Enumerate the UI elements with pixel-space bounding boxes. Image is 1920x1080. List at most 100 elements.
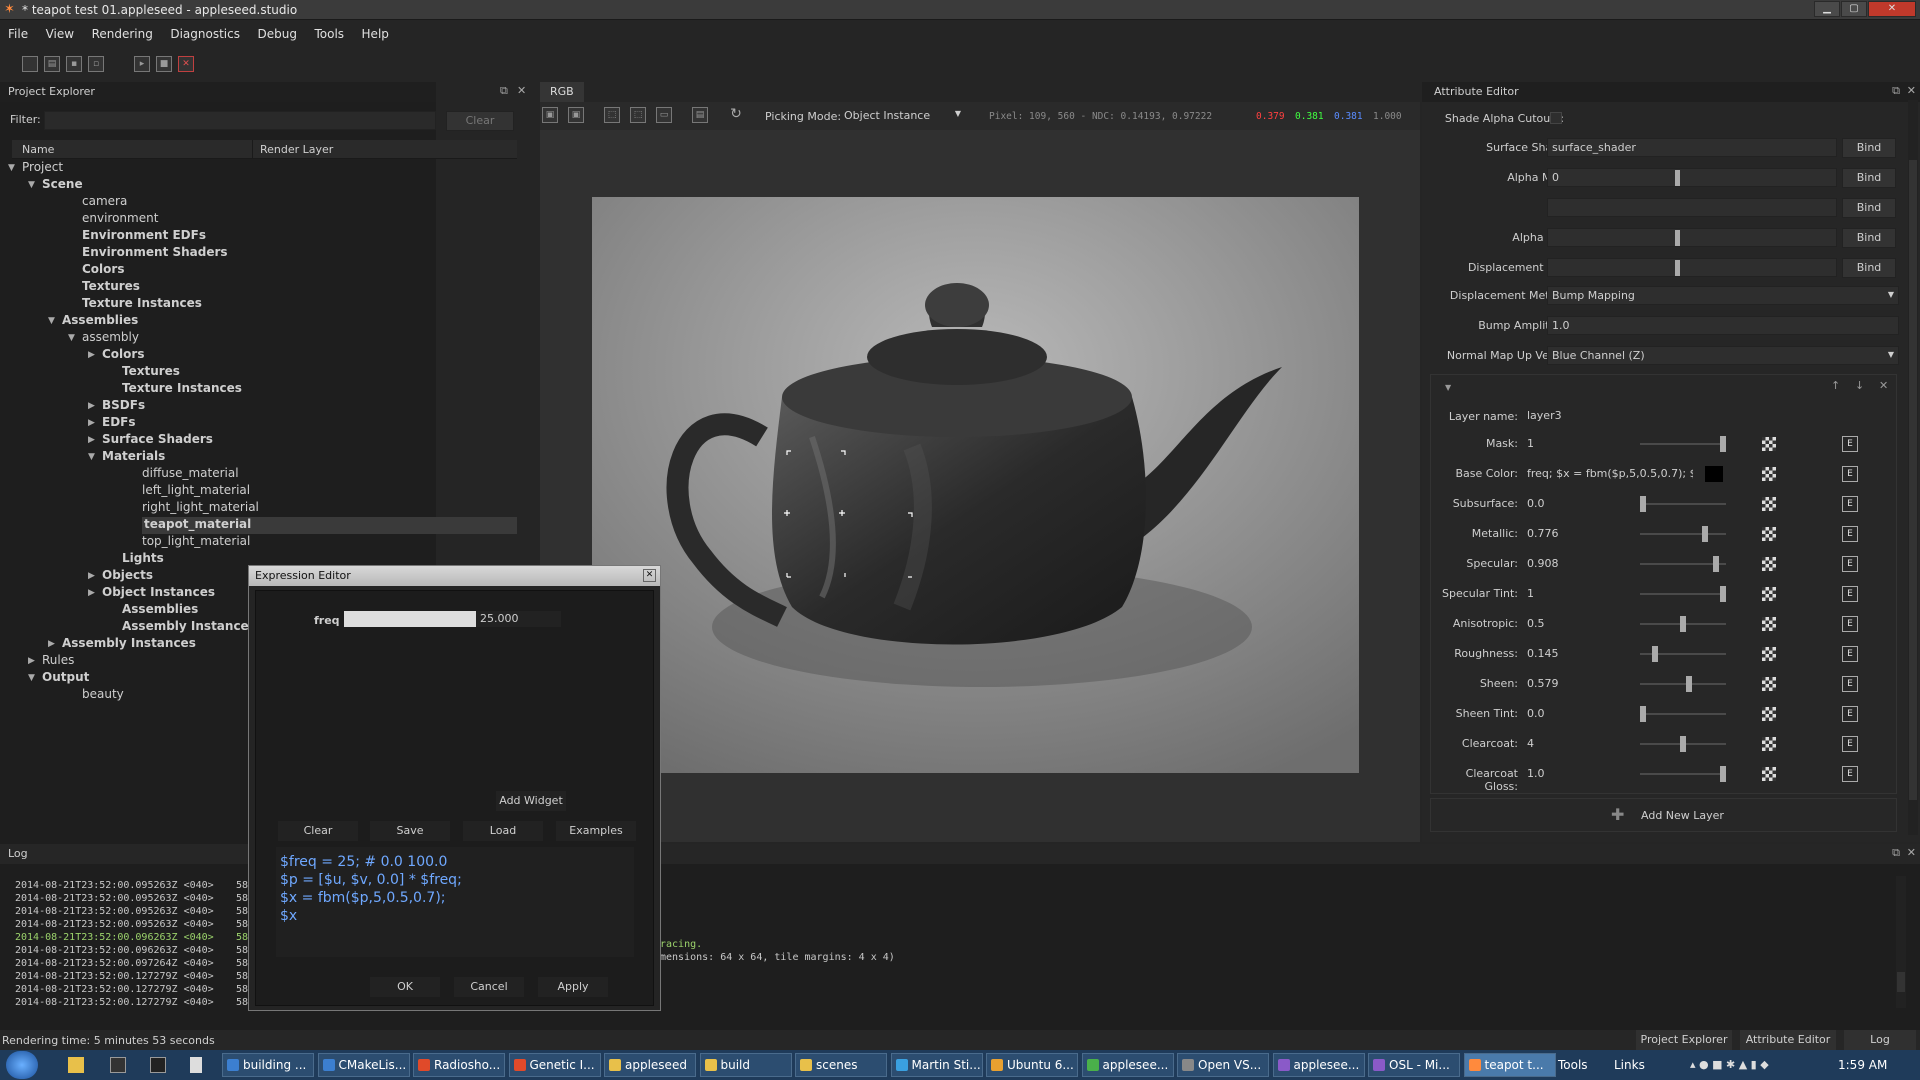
tree-item[interactable]: camera <box>82 194 127 211</box>
slider-handle[interactable] <box>1680 736 1686 752</box>
bump-amplitude-input[interactable]: 1.0 <box>1547 316 1899 335</box>
frame-icon[interactable]: ▭ <box>656 107 672 123</box>
expression-editor-icon[interactable]: E <box>1842 706 1858 722</box>
layer-param-input[interactable]: 1.0 <box>1522 764 1632 783</box>
displacement-method-select[interactable]: Bump Mapping ▼ <box>1547 286 1899 305</box>
reset-zoom-icon[interactable]: ↻ <box>728 107 744 123</box>
tree-item[interactable]: diffuse_material <box>142 466 239 483</box>
layer-param-input[interactable]: 4 <box>1522 734 1632 753</box>
expression-editor-icon[interactable]: E <box>1842 496 1858 512</box>
scrollbar-thumb[interactable] <box>1909 160 1917 800</box>
tree-item[interactable]: Scene <box>42 177 83 194</box>
cmd-icon[interactable] <box>150 1057 166 1073</box>
close-icon[interactable]: ✕ <box>643 569 656 582</box>
texture-map-icon[interactable] <box>1762 587 1776 601</box>
menu-help[interactable]: Help <box>354 24 395 41</box>
cancel-button[interactable]: Cancel <box>454 977 524 997</box>
expand-arrow-open-icon[interactable]: ▼ <box>8 163 18 173</box>
attribute-input[interactable]: surface_shader <box>1547 138 1837 157</box>
save-project-icon[interactable]: ▪ <box>66 56 82 72</box>
explorer-icon[interactable] <box>68 1057 84 1073</box>
tree-item[interactable]: right_light_material <box>142 500 259 517</box>
maximize-button[interactable]: ▢ <box>1841 1 1867 17</box>
tab-log[interactable]: Log <box>1844 1030 1916 1050</box>
bind-button[interactable]: Bind <box>1842 258 1896 278</box>
code-editor[interactable]: $freq = 25; # 0.0 100.0 $p = [$u, $v, 0.… <box>276 847 634 957</box>
close-panel-icon[interactable]: ✕ <box>517 84 526 97</box>
bind-button[interactable]: Bind <box>1842 168 1896 188</box>
expand-arrow-closed-icon[interactable]: ▶ <box>88 350 98 360</box>
tree-item[interactable]: Object Instances <box>102 585 215 602</box>
start-render-icon[interactable]: ▸ <box>134 56 150 72</box>
tab-attribute-editor[interactable]: Attribute Editor <box>1740 1030 1836 1050</box>
save-image-icon[interactable]: ▣ <box>542 107 558 123</box>
attribute-scrollbar[interactable] <box>1908 100 1918 835</box>
tree-item[interactable]: EDFs <box>102 415 136 432</box>
open-project-icon[interactable]: ▤ <box>44 56 60 72</box>
taskbar-item[interactable]: Ubuntu 6... <box>986 1053 1078 1077</box>
taskbar-item[interactable]: building ... <box>222 1053 314 1077</box>
taskbar-item[interactable]: Open VS... <box>1177 1053 1269 1077</box>
menu-debug[interactable]: Debug <box>250 24 303 41</box>
param-freq-value[interactable]: 25.000 <box>476 611 561 627</box>
texture-map-icon[interactable] <box>1762 527 1776 541</box>
clock[interactable]: 1:59 AM <box>1838 1058 1887 1072</box>
tree-item[interactable]: left_light_material <box>142 483 250 500</box>
terminal-icon[interactable] <box>110 1057 126 1073</box>
slider-handle[interactable] <box>1640 496 1646 512</box>
taskbar-item[interactable]: Genetic I... <box>508 1053 601 1077</box>
tree-item[interactable]: Colors <box>82 262 124 279</box>
tray-icons[interactable]: ▴ ● ■ ✱ ▲ ▮ ◆ <box>1690 1058 1769 1071</box>
attribute-slider-handle[interactable] <box>1675 230 1680 246</box>
texture-map-icon[interactable] <box>1762 677 1776 691</box>
layer-param-input[interactable]: 1 <box>1522 434 1632 453</box>
add-widget-button[interactable]: Add Widget <box>496 791 566 811</box>
tree-item[interactable]: top_light_material <box>142 534 250 551</box>
taskbar-item[interactable]: Radiosho... <box>413 1053 505 1077</box>
param-freq-slider[interactable] <box>344 611 494 627</box>
texture-map-icon[interactable] <box>1762 707 1776 721</box>
shade-alpha-checkbox[interactable] <box>1550 112 1562 124</box>
slider-handle[interactable] <box>1720 766 1726 782</box>
taskbar-item[interactable]: teapot t... <box>1463 1053 1556 1077</box>
tab-project-explorer[interactable]: Project Explorer <box>1636 1030 1732 1050</box>
bind-button[interactable]: Bind <box>1842 138 1896 158</box>
expression-editor-icon[interactable]: E <box>1842 766 1858 782</box>
expand-arrow-closed-icon[interactable]: ▶ <box>48 639 58 649</box>
save-as-icon[interactable]: ▫ <box>88 56 104 72</box>
tree-item[interactable]: Surface Shaders <box>102 432 213 449</box>
tree-item[interactable]: Lights <box>122 551 164 568</box>
expression-editor-icon[interactable]: E <box>1842 466 1858 482</box>
tree-item[interactable]: Project <box>22 160 63 177</box>
expand-arrow-open-icon[interactable]: ▼ <box>88 452 98 462</box>
cancel-render-icon[interactable]: ✕ <box>178 56 194 72</box>
layer-param-input[interactable]: 0.579 <box>1522 674 1632 693</box>
tree-item[interactable]: Texture Instances <box>82 296 202 313</box>
tree-item[interactable]: Materials <box>102 449 165 466</box>
texture-map-icon[interactable] <box>1762 437 1776 451</box>
attribute-input[interactable] <box>1547 228 1837 247</box>
slider-handle[interactable] <box>1720 586 1726 602</box>
clear-filter-button[interactable]: Clear <box>446 111 514 131</box>
col-render-layer-header[interactable]: Render Layer <box>260 143 333 156</box>
layer-param-input[interactable]: 0.0 <box>1522 494 1632 513</box>
taskbar-item[interactable]: OSL - Mi... <box>1368 1053 1460 1077</box>
normal-map-select[interactable]: Blue Channel (Z) ▼ <box>1547 346 1899 365</box>
menu-file[interactable]: File <box>0 24 34 41</box>
layer-param-input[interactable]: 0.908 <box>1522 554 1632 573</box>
tree-item[interactable]: Assemblies <box>62 313 138 330</box>
filter-input[interactable] <box>44 111 436 130</box>
taskbar-item[interactable]: scenes <box>795 1053 887 1077</box>
expression-editor-icon[interactable]: E <box>1842 436 1858 452</box>
taskbar-item[interactable]: Martin Sti... <box>890 1053 983 1077</box>
display-icon[interactable]: ▤ <box>692 107 708 123</box>
taskbar-item[interactable]: applesee... <box>1081 1053 1174 1077</box>
layer-param-slider[interactable] <box>1640 773 1726 775</box>
expression-editor-icon[interactable]: E <box>1842 616 1858 632</box>
tree-item[interactable]: environment <box>82 211 158 228</box>
expression-editor-icon[interactable]: E <box>1842 736 1858 752</box>
expand-arrow-closed-icon[interactable]: ▶ <box>28 656 38 666</box>
slider-handle[interactable] <box>1651 646 1658 662</box>
layer-param-input[interactable]: 0.5 <box>1522 614 1632 633</box>
layer-param-input[interactable]: 0.0 <box>1522 704 1632 723</box>
